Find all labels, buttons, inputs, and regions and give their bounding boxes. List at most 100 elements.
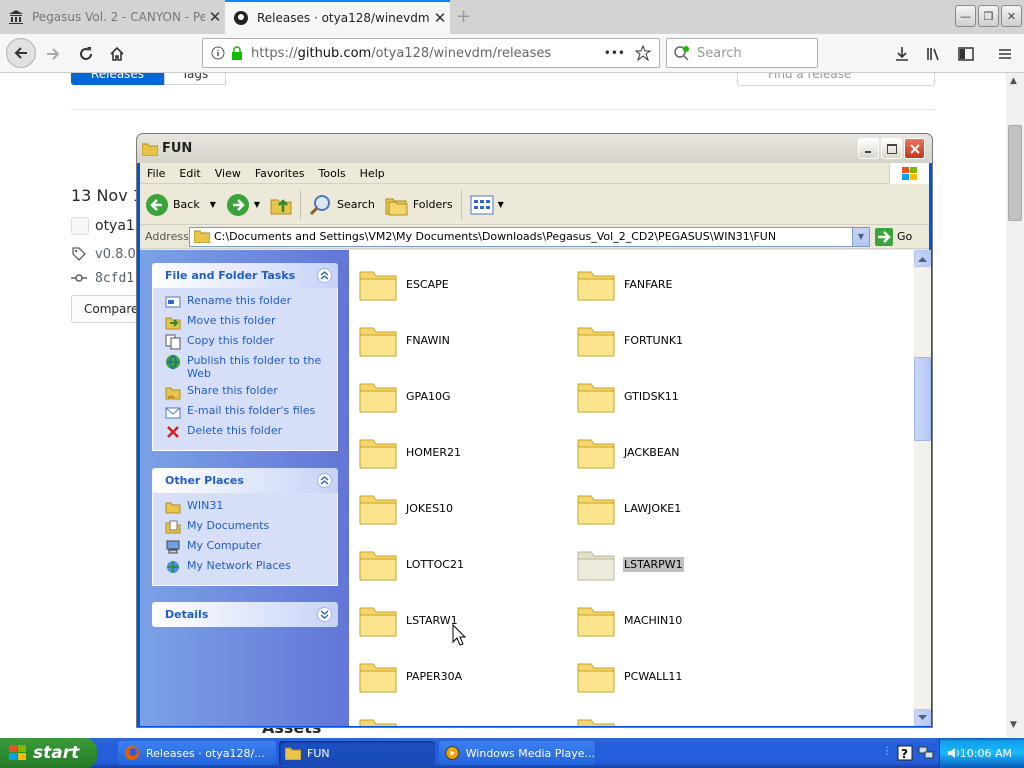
file-view-scrollbar[interactable] <box>914 250 931 726</box>
scroll-down-arrow[interactable]: ▼ <box>1010 720 1017 730</box>
scroll-thumb[interactable] <box>914 357 931 441</box>
taskbar-item-explorer-active[interactable]: FUN <box>279 741 435 765</box>
folder-item[interactable]: LOTTOC21 <box>359 547 465 581</box>
browser-tab[interactable]: Pegasus Vol. 2 - CANYON - Pega... ✕ <box>0 0 225 34</box>
release-tag[interactable]: v0.8.0 <box>71 246 136 262</box>
folder-item-partial[interactable] <box>577 715 615 726</box>
search-input[interactable]: Search <box>666 38 818 68</box>
menu-view[interactable]: View <box>208 167 248 180</box>
minimize-button[interactable]: — <box>955 5 976 27</box>
panel-header[interactable]: Details <box>152 602 338 627</box>
views-button[interactable]: ▼ <box>465 189 509 221</box>
copy-folder-link[interactable]: Copy this folder <box>165 334 337 350</box>
folder-item[interactable]: PCWALL11 <box>577 659 683 693</box>
taskbar-item-media-player[interactable]: Windows Media Playe... <box>439 741 595 765</box>
forward-button[interactable] <box>39 40 67 68</box>
share-folder-link[interactable]: Share this folder <box>165 384 337 400</box>
go-button[interactable]: Go <box>875 227 912 246</box>
find-release-input[interactable]: Find a release <box>737 73 935 86</box>
release-author[interactable]: otya12 <box>71 217 144 235</box>
scroll-up-button[interactable] <box>914 250 931 267</box>
address-input[interactable]: C:\Documents and Settings\VM2\My Documen… <box>189 226 870 247</box>
collapse-chevron-icon[interactable] <box>317 473 332 488</box>
scroll-thumb[interactable] <box>1008 125 1022 221</box>
dropdown-arrow-icon[interactable]: ▼ <box>254 200 260 209</box>
sidebar-button[interactable] <box>952 40 980 68</box>
network-tray-icon[interactable] <box>918 744 934 760</box>
help-icon[interactable]: ? <box>897 745 913 761</box>
address-dropdown-button[interactable]: ▼ <box>852 227 869 246</box>
menu-help[interactable]: Help <box>353 167 392 180</box>
taskbar-item-firefox[interactable]: Releases · otya128/... <box>118 741 276 765</box>
volume-icon[interactable] <box>946 745 962 761</box>
tags-tab[interactable]: Tags <box>164 73 226 85</box>
search-button[interactable]: Search <box>304 189 380 221</box>
url-bar[interactable]: https://github.com/otya128/winevdm/relea… <box>202 38 660 68</box>
folder-item[interactable]: JOKES10 <box>359 491 454 525</box>
scroll-up-arrow[interactable]: ▲ <box>1010 76 1017 86</box>
page-actions-icon[interactable]: ••• <box>604 46 625 60</box>
restore-button[interactable]: ❐ <box>978 5 999 27</box>
new-tab-button[interactable]: + <box>456 6 471 27</box>
bookmark-star-icon[interactable] <box>635 45 651 61</box>
panel-header[interactable]: Other Places <box>152 468 338 493</box>
clock[interactable]: 10:06 AM <box>960 747 1012 760</box>
close-tab-icon[interactable]: ✕ <box>430 9 450 27</box>
delete-folder-link[interactable]: Delete this folder <box>165 424 337 440</box>
publish-folder-link[interactable]: Publish this folder to the Web <box>165 354 337 380</box>
place-my-documents-link[interactable]: My Documents <box>165 519 337 535</box>
folder-item[interactable]: FANFARE <box>577 267 674 301</box>
menu-button[interactable] <box>991 40 1019 68</box>
minimize-button[interactable] <box>858 138 879 159</box>
rename-folder-link[interactable]: Rename this folder <box>165 294 337 310</box>
dropdown-arrow-icon[interactable]: ▼ <box>210 200 216 209</box>
folder-item[interactable]: GPA10G <box>359 379 452 413</box>
info-icon[interactable] <box>211 46 225 60</box>
reload-button[interactable] <box>72 40 100 68</box>
folder-item[interactable]: ESCAPE <box>359 267 450 301</box>
scroll-down-button[interactable] <box>914 709 931 726</box>
back-button[interactable]: Back ▼ <box>140 189 221 221</box>
folder-item[interactable]: HOMER21 <box>359 435 462 469</box>
explorer-titlebar[interactable]: FUN <box>137 134 932 163</box>
folder-item[interactable]: LAWJOKE1 <box>577 491 682 525</box>
folder-item[interactable]: MACHIN10 <box>577 603 683 637</box>
expand-chevron-icon[interactable] <box>317 607 332 622</box>
folder-item[interactable]: FNAWIN <box>359 323 451 357</box>
menu-tools[interactable]: Tools <box>312 167 353 180</box>
place-win31-link[interactable]: WIN31 <box>165 499 337 515</box>
page-scrollbar[interactable]: ▲ ▼ <box>1006 73 1024 737</box>
library-button[interactable] <box>920 40 948 68</box>
close-tab-icon[interactable]: ✕ <box>205 8 225 26</box>
dropdown-arrow-icon[interactable]: ▼ <box>498 200 504 209</box>
folders-button[interactable]: Folders <box>380 189 458 221</box>
menu-favorites[interactable]: Favorites <box>248 167 312 180</box>
folder-item[interactable]: GTIDSK11 <box>577 379 680 413</box>
forward-button[interactable]: ▼ <box>221 189 265 221</box>
release-commit[interactable]: 8cfd1 <box>71 270 134 286</box>
place-my-computer-link[interactable]: My Computer <box>165 539 337 555</box>
start-button[interactable]: start <box>0 738 97 768</box>
maximize-button[interactable] <box>881 138 902 159</box>
back-button[interactable] <box>6 38 36 68</box>
up-folder-button[interactable] <box>265 189 297 221</box>
panel-header[interactable]: File and Folder Tasks <box>152 263 338 288</box>
folder-item[interactable]: LSTARW1 <box>359 603 459 637</box>
folder-item[interactable]: JACKBEAN <box>577 435 681 469</box>
folder-item-partial[interactable] <box>359 715 397 726</box>
folder-item[interactable]: PAPER30A <box>359 659 463 693</box>
browser-tab-active[interactable]: Releases · otya128/winevdm · Git ✕ <box>225 0 450 34</box>
place-network-link[interactable]: My Network Places <box>165 559 337 575</box>
folder-item[interactable]: FORTUNK1 <box>577 323 684 357</box>
releases-tab[interactable]: Releases <box>71 73 164 85</box>
menu-edit[interactable]: Edit <box>172 167 207 180</box>
email-files-link[interactable]: E-mail this folder's files <box>165 404 337 420</box>
home-button[interactable] <box>103 40 131 68</box>
close-window-button[interactable]: ✕ <box>1001 5 1022 27</box>
collapse-chevron-icon[interactable] <box>317 268 332 283</box>
move-folder-link[interactable]: Move this folder <box>165 314 337 330</box>
folder-item[interactable]: LSTARPW1 <box>577 547 684 581</box>
menu-file[interactable]: File <box>140 167 172 180</box>
close-button[interactable] <box>904 138 925 159</box>
downloads-button[interactable] <box>888 40 916 68</box>
